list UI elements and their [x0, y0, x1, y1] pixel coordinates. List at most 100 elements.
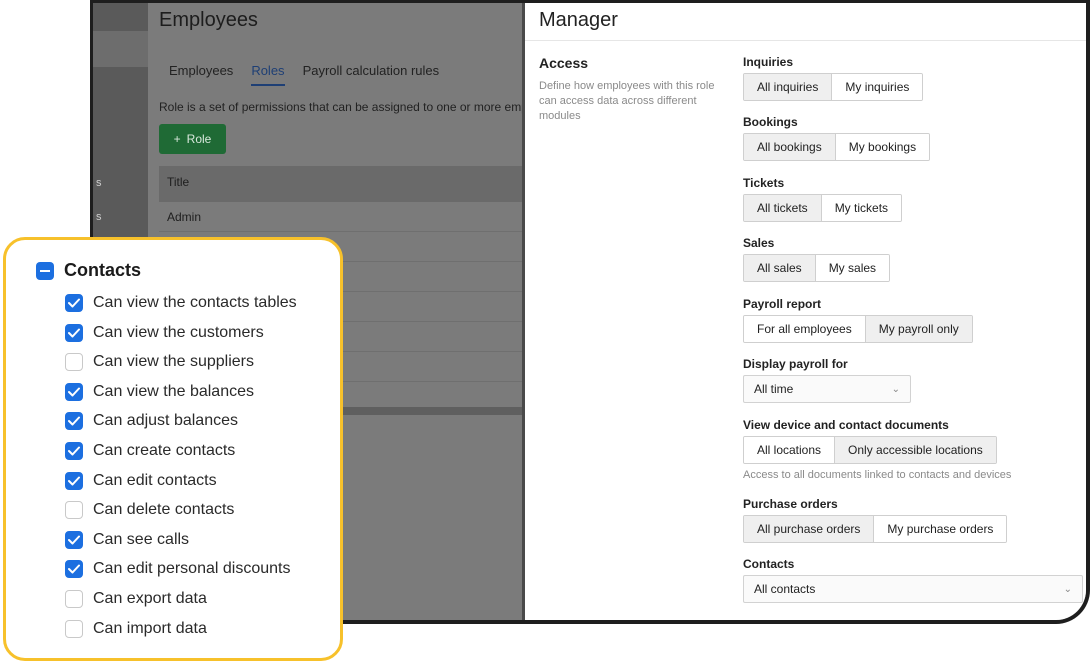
access-title: Access [539, 55, 589, 71]
permission-item[interactable]: Can export data [65, 590, 207, 608]
segmented-control: All sales My sales [743, 254, 891, 282]
permission-label: Can create contacts [93, 442, 236, 459]
tab-bar: Employees Roles Payroll calculation rule… [169, 63, 439, 86]
permission-item[interactable]: Can view the balances [65, 382, 254, 401]
check-icon [68, 535, 80, 545]
field-tickets: Tickets All tickets My tickets [743, 176, 903, 222]
permission-item[interactable]: Can view the customers [65, 323, 264, 342]
permission-item[interactable]: Can view the contacts tables [65, 294, 297, 312]
check-icon [68, 298, 80, 308]
segmented-control: All inquiries My inquiries [743, 73, 924, 101]
sidebar-item-label: s [96, 211, 102, 223]
field-purchase-orders: Purchase orders All purchase orders My p… [743, 497, 1008, 543]
check-icon [68, 416, 80, 426]
field-display-payroll: Display payroll for All time ⌄ [743, 357, 911, 403]
permission-label: Can edit contacts [93, 471, 217, 489]
chevron-down-icon: ⌄ [1063, 583, 1072, 595]
permission-label: Can import data [93, 619, 207, 637]
permission-item[interactable]: Can create contacts [65, 442, 235, 460]
tab-payroll-rules[interactable]: Payroll calculation rules [303, 63, 440, 86]
permission-checkbox[interactable] [65, 294, 83, 312]
permission-checkbox[interactable] [65, 560, 83, 579]
segmented-control: All purchase orders My purchase orders [743, 515, 1008, 543]
permission-label: Can view the contacts tables [93, 294, 297, 311]
permission-label: Can export data [93, 590, 207, 607]
manager-panel: Manager Access Define how employees with… [522, 3, 1086, 620]
field-label: Contacts [743, 557, 795, 571]
field-inquiries: Inquiries All inquiries My inquiries [743, 55, 924, 101]
access-section-info: Access Define how employees with this ro… [539, 55, 729, 124]
table-row[interactable]: Admin [159, 202, 559, 232]
tab-employees[interactable]: Employees [169, 63, 233, 86]
permission-label: Can edit personal discounts [93, 560, 291, 578]
permission-checkbox[interactable] [65, 530, 83, 549]
field-hint: Access to all documents linked to contac… [743, 469, 1012, 481]
option-all-bookings[interactable]: All bookings [744, 134, 835, 160]
access-description: Define how employees with this role can … [539, 80, 715, 122]
option-all-tickets[interactable]: All tickets [744, 195, 821, 221]
permission-checkbox[interactable] [65, 471, 83, 490]
option-only-accessible-locations[interactable]: Only accessible locations [834, 437, 996, 463]
option-all-locations[interactable]: All locations [744, 437, 835, 463]
check-icon [68, 476, 80, 486]
permission-item[interactable]: Can delete contacts [65, 501, 235, 520]
plus-icon: + [173, 132, 181, 146]
chevron-down-icon: ⌄ [891, 383, 900, 395]
sidebar-active-item[interactable] [93, 31, 148, 67]
permission-checkbox[interactable] [65, 323, 83, 342]
contacts-select[interactable]: All contacts ⌄ [743, 575, 1083, 603]
roles-table-header: Title [159, 166, 559, 202]
segmented-control: All locations Only accessible locations [743, 436, 997, 464]
permission-checkbox[interactable] [65, 442, 83, 460]
segmented-control: For all employees My payroll only [743, 315, 973, 343]
field-contacts: Contacts All contacts ⌄ [743, 557, 1083, 603]
select-value: All contacts [754, 582, 816, 596]
field-payroll-report: Payroll report For all employees My payr… [743, 297, 973, 343]
check-icon [68, 446, 80, 456]
field-sales: Sales All sales My sales [743, 236, 891, 282]
contacts-permissions-card: Contacts Can view the contacts tables Can… [3, 237, 343, 661]
tab-roles[interactable]: Roles [251, 63, 285, 86]
field-label: Inquiries [743, 55, 794, 69]
permission-label: Can view the customers [93, 323, 264, 341]
permission-label: Can view the suppliers [93, 353, 254, 371]
permission-item[interactable]: Can edit personal discounts [65, 560, 291, 579]
option-my-payroll-only[interactable]: My payroll only [864, 316, 972, 342]
option-for-all-employees[interactable]: For all employees [744, 316, 865, 342]
permission-item[interactable]: Can view the suppliers [65, 353, 254, 372]
field-label: View device and contact documents [743, 418, 949, 432]
permission-label: Can view the balances [93, 382, 254, 400]
permission-checkbox[interactable] [65, 353, 83, 372]
indeterminate-checkbox[interactable] [36, 261, 54, 280]
permission-item[interactable]: Can import data [65, 619, 207, 638]
check-icon [68, 387, 80, 397]
option-all-sales[interactable]: All sales [744, 255, 815, 281]
option-all-purchase-orders[interactable]: All purchase orders [744, 516, 874, 542]
add-role-button[interactable]: + Role [159, 124, 226, 154]
field-bookings: Bookings All bookings My bookings [743, 115, 931, 161]
panel-title: Manager [539, 9, 618, 31]
permission-checkbox[interactable] [65, 412, 83, 431]
permission-checkbox[interactable] [65, 501, 83, 520]
sidebar-item-label: s [96, 177, 102, 189]
field-label: Display payroll for [743, 357, 848, 371]
option-all-inquiries[interactable]: All inquiries [744, 74, 832, 100]
add-role-label: Role [186, 132, 212, 146]
option-my-purchase-orders[interactable]: My purchase orders [873, 516, 1007, 542]
display-payroll-select[interactable]: All time ⌄ [743, 375, 911, 403]
field-label: Payroll report [743, 297, 822, 311]
permission-checkbox[interactable] [65, 590, 83, 608]
permission-label: Can delete contacts [93, 501, 235, 519]
permission-item[interactable]: Can adjust balances [65, 412, 238, 431]
option-my-bookings[interactable]: My bookings [834, 134, 930, 160]
permission-item[interactable]: Can edit contacts [65, 471, 217, 490]
segmented-control: All bookings My bookings [743, 133, 931, 161]
option-my-inquiries[interactable]: My inquiries [831, 74, 923, 100]
option-my-tickets[interactable]: My tickets [820, 195, 902, 221]
permission-item[interactable]: Can see calls [65, 530, 189, 549]
permission-label: Can adjust balances [93, 412, 238, 430]
field-label: Sales [743, 236, 775, 250]
permission-checkbox[interactable] [65, 382, 83, 401]
permission-checkbox[interactable] [65, 619, 83, 638]
option-my-sales[interactable]: My sales [814, 255, 890, 281]
